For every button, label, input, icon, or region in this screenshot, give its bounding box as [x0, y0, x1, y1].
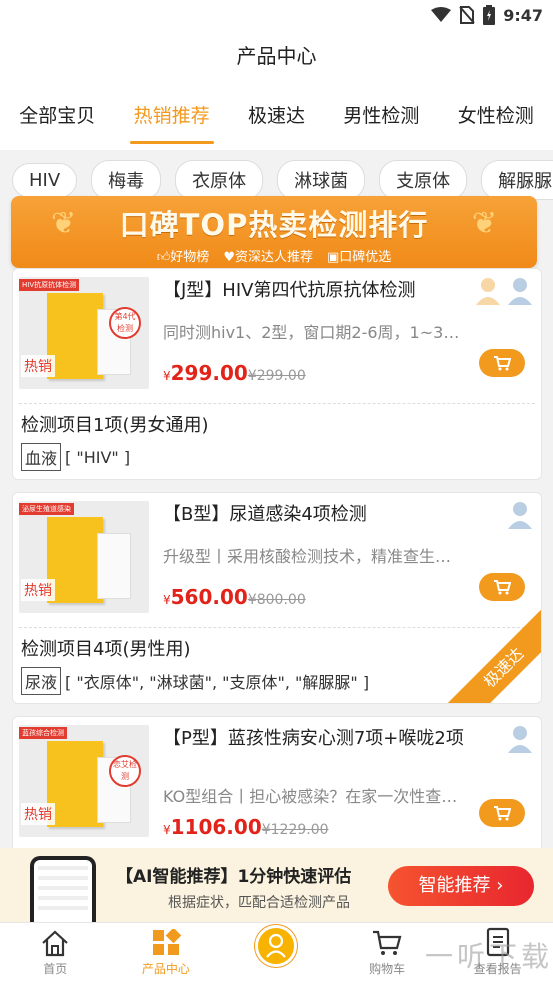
cart-icon	[494, 806, 511, 821]
sample-type: 尿液	[21, 667, 62, 695]
category-tabs: 全部宝贝 热销推荐 极速达 男性检测 女性检测	[0, 78, 553, 150]
male-avatar-icon	[507, 277, 533, 305]
male-avatar-icon	[507, 725, 533, 753]
smart-recommend-button[interactable]: 智能推荐 ›	[388, 866, 534, 906]
express-ribbon: 极速达	[440, 604, 541, 703]
product-desc: 同时测hiv1、2型，窗口期2-6周，1~3…	[163, 323, 460, 342]
chip-chlamydia[interactable]: 衣原体	[175, 160, 264, 200]
banner-title: 口碑TOP热卖检测排行	[119, 208, 429, 242]
phone-illustration	[30, 856, 96, 922]
page-title: 产品中心	[0, 34, 553, 78]
product-price: ¥560.00¥800.00	[163, 585, 306, 609]
items-row: 血液 [ "HIV" ]	[21, 443, 130, 471]
cart-icon	[373, 930, 402, 955]
items-title: 检测项目1项(男女通用)	[21, 415, 209, 436]
items-list: [ "衣原体", "淋球菌", "支原体", "解脲脲" ]	[65, 673, 370, 692]
tabbar-home[interactable]: 首页	[0, 923, 111, 983]
tab-female[interactable]: 女性检测	[454, 85, 538, 144]
thumbs-up-icon: 👍︎	[156, 250, 171, 265]
product-desc: KO型组合丨担心被感染？在家一次性查…	[163, 787, 458, 806]
original-price: ¥299.00	[247, 368, 306, 384]
tabbar-products[interactable]: 产品中心	[111, 923, 222, 983]
tabbar-consult[interactable]	[221, 923, 332, 983]
tabbar-cart[interactable]: 购物车	[332, 923, 443, 983]
banner-feature-3: ▣口碑优选	[326, 250, 392, 265]
hot-label: 热销	[21, 355, 55, 377]
shopping-bag-icon: ▣	[326, 250, 340, 265]
original-price: ¥1229.00	[261, 822, 329, 838]
product-price: ¥299.00¥299.00	[163, 361, 306, 385]
clock: 9:47	[503, 5, 543, 25]
product-title: 【J型】HIV第四代抗原抗体检测	[163, 280, 416, 301]
product-desc: 升级型丨采用核酸检测技术，精准查生…	[163, 547, 452, 566]
consultant-icon	[255, 925, 298, 967]
sample-type: 血液	[21, 443, 62, 471]
status-bar: 9:47	[0, 0, 553, 34]
product-card[interactable]: 蓝孩综合检测 恋艾检测 热销 【P型】蓝孩性病安心测7项+喉咙2项 KO型组合丨…	[12, 716, 542, 856]
product-title: 【P型】蓝孩性病安心测7项+喉咙2项	[163, 728, 464, 749]
tab-male[interactable]: 男性检测	[339, 85, 423, 144]
banner-feature-1: 👍︎好物榜	[156, 250, 210, 265]
product-image: HIV抗原抗体检测 第4代检测 热销	[19, 277, 149, 389]
home-icon	[42, 930, 69, 957]
add-to-cart-button[interactable]	[479, 573, 525, 601]
wheat-left-icon: ❦	[51, 206, 77, 241]
hot-label: 热销	[21, 803, 55, 825]
items-row: 尿液 [ "衣原体", "淋球菌", "支原体", "解脲脲" ]	[21, 667, 369, 695]
female-avatar-icon	[475, 277, 501, 305]
product-price: ¥1106.00¥1229.00	[163, 815, 329, 839]
tab-express[interactable]: 极速达	[244, 85, 309, 144]
add-to-cart-button[interactable]	[479, 349, 525, 377]
wheat-right-icon: ❦	[471, 206, 497, 241]
ai-recommend-bar[interactable]: 【AI智能推荐】1分钟快速评估 根据症状，匹配合适检测产品 智能推荐 ›	[0, 848, 553, 922]
tab-hot[interactable]: 热销推荐	[129, 85, 214, 144]
items-title: 检测项目4项(男性用)	[21, 639, 191, 660]
chip-ureaplasma[interactable]: 解脲脲	[481, 160, 553, 200]
original-price: ¥800.00	[247, 592, 306, 608]
no-sim-icon	[459, 6, 475, 24]
product-title: 【B型】尿道感染4项检测	[163, 504, 367, 525]
report-icon	[486, 927, 509, 957]
promo-subtitle: 根据症状，匹配合适检测产品	[168, 895, 350, 911]
heart-icon: ♥	[223, 250, 235, 265]
chip-syphilis[interactable]: 梅毒	[91, 160, 162, 200]
wifi-icon	[431, 7, 452, 23]
bottom-tab-bar: 首页 产品中心 购物车 查看报告	[0, 922, 553, 983]
product-card[interactable]: HIV抗原抗体检测 第4代检测 热销 【J型】HIV第四代抗原抗体检测 同时测h…	[12, 268, 542, 480]
add-to-cart-button[interactable]	[479, 799, 525, 827]
items-list: [ "HIV" ]	[65, 447, 131, 467]
promo-title: 【AI智能推荐】1分钟快速评估	[116, 867, 352, 887]
tab-all[interactable]: 全部宝贝	[15, 85, 99, 144]
chip-gonorrhea[interactable]: 淋球菌	[277, 160, 366, 200]
chip-mycoplasma[interactable]: 支原体	[379, 160, 468, 200]
chip-hiv[interactable]: HIV	[12, 162, 78, 198]
hot-label: 热销	[21, 579, 55, 601]
male-avatar-icon	[507, 501, 533, 529]
product-card[interactable]: 泌尿生殖道感染 热销 【B型】尿道感染4项检测 升级型丨采用核酸检测技术，精准查…	[12, 492, 542, 704]
product-image: 蓝孩综合检测 恋艾检测 热销	[19, 725, 149, 837]
battery-icon	[483, 5, 496, 25]
grid-icon	[152, 929, 181, 955]
tabbar-report[interactable]: 查看报告	[442, 923, 553, 983]
product-image: 泌尿生殖道感染 热销	[19, 501, 149, 613]
banner-feature-2: ♥资深达人推荐	[223, 250, 313, 265]
cart-icon	[494, 580, 511, 595]
chevron-right-icon: ›	[496, 875, 504, 896]
cart-icon	[494, 356, 511, 371]
ranking-banner[interactable]: ❦ ❦ 口碑TOP热卖检测排行 👍︎好物榜 ♥资深达人推荐 ▣口碑优选	[11, 196, 537, 268]
